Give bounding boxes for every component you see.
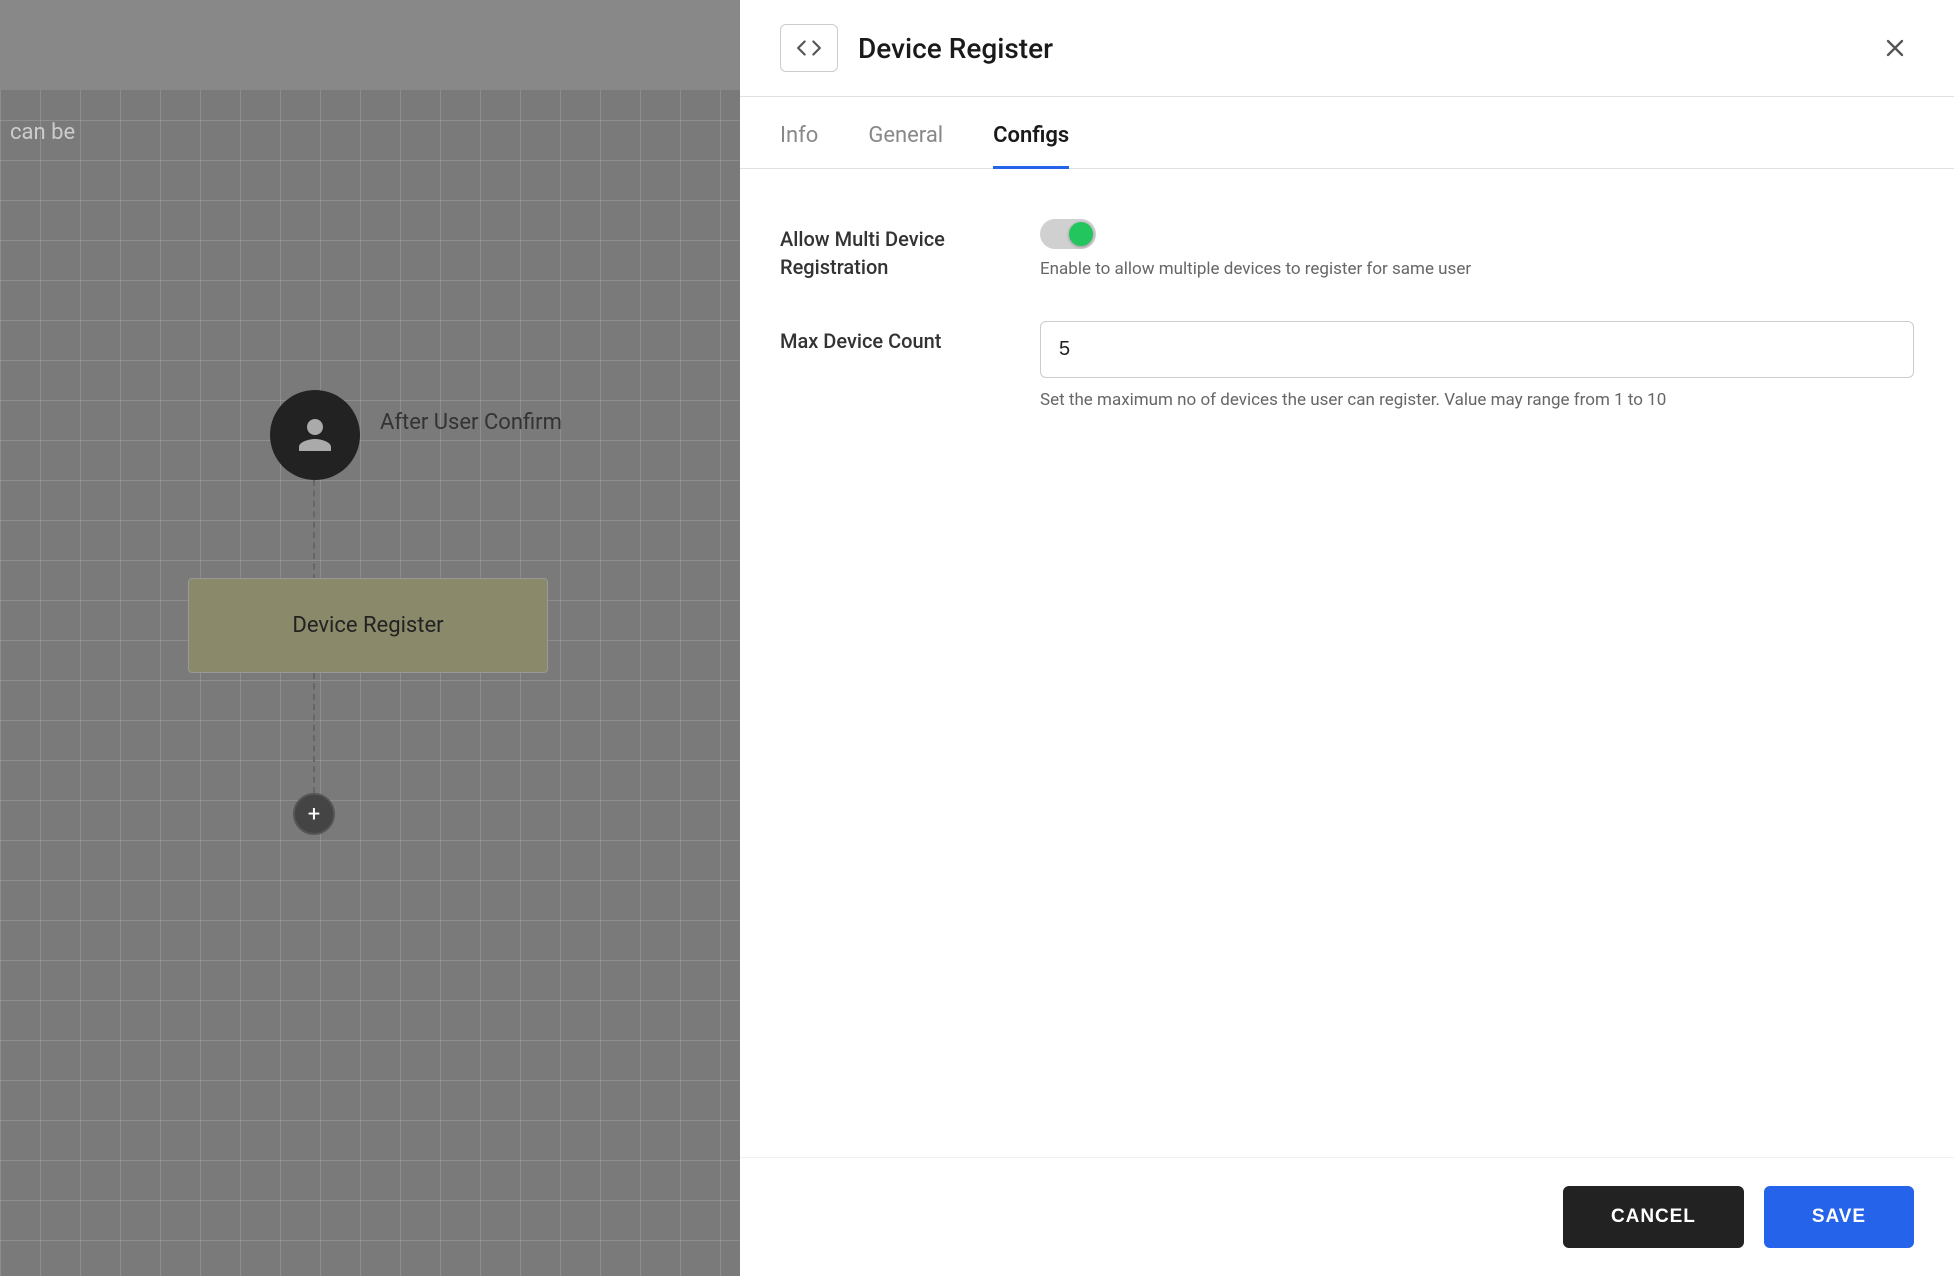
panel-content: Allow Multi DeviceRegistration Enable to…: [740, 169, 1954, 1157]
can-be-text: can be: [10, 120, 75, 145]
save-button[interactable]: SAVE: [1764, 1186, 1914, 1248]
user-icon: [295, 415, 335, 455]
device-register-node-label: Device Register: [292, 613, 443, 638]
cancel-button[interactable]: CANCEL: [1563, 1186, 1744, 1248]
toggle-wrapper: [1040, 219, 1914, 249]
multi-device-control: Enable to allow multiple devices to regi…: [1040, 219, 1914, 279]
tab-general[interactable]: General: [868, 97, 943, 169]
add-node-button[interactable]: +: [293, 793, 335, 835]
panel-header: Device Register: [740, 0, 1954, 97]
tabs-bar: Info General Configs: [740, 97, 1954, 169]
connector-line-bottom: [313, 673, 315, 793]
tab-info[interactable]: Info: [780, 97, 818, 169]
max-device-control: Set the maximum no of devices the user c…: [1040, 321, 1914, 414]
after-user-label: After User Confirm: [380, 410, 562, 435]
multi-device-label: Allow Multi DeviceRegistration: [780, 219, 1000, 281]
close-icon: [1881, 34, 1909, 62]
multi-device-row: Allow Multi DeviceRegistration Enable to…: [780, 219, 1914, 281]
detail-panel: Device Register Info General Configs All…: [740, 0, 1954, 1276]
connector-line-top: [313, 480, 315, 580]
device-register-node[interactable]: Device Register: [188, 578, 548, 673]
max-device-label: Max Device Count: [780, 321, 1000, 355]
canvas-panel: can be After User Confirm Device Registe…: [0, 0, 740, 1276]
top-bar: [0, 0, 740, 90]
panel-footer: CANCEL SAVE: [740, 1157, 1954, 1276]
max-device-row: Max Device Count Set the maximum no of d…: [780, 321, 1914, 414]
close-button[interactable]: [1876, 29, 1914, 67]
panel-title: Device Register: [858, 32, 1856, 65]
code-icon-button[interactable]: [780, 24, 838, 72]
multi-device-toggle[interactable]: [1040, 219, 1096, 249]
tab-configs[interactable]: Configs: [993, 97, 1069, 169]
user-node: [270, 390, 360, 480]
code-icon: [796, 35, 822, 61]
toggle-knob: [1069, 222, 1093, 246]
max-device-input[interactable]: [1040, 321, 1914, 378]
multi-device-hint: Enable to allow multiple devices to regi…: [1040, 259, 1914, 279]
max-device-hint: Set the maximum no of devices the user c…: [1040, 388, 1914, 414]
user-circle: [270, 390, 360, 480]
